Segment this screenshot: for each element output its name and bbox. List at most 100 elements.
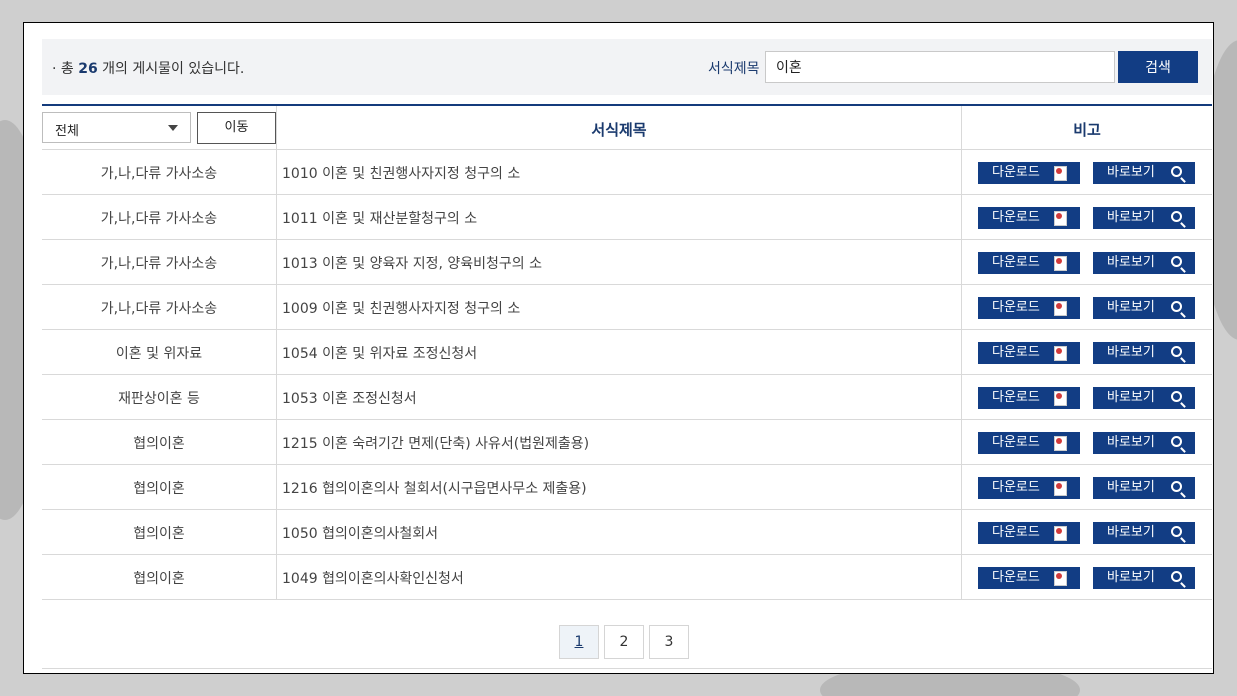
search-icon: [1171, 166, 1182, 177]
column-divider: [961, 555, 962, 599]
document-icon: [1054, 481, 1067, 496]
row-category: 가,나,다류 가사소송: [100, 301, 218, 317]
row-category: 이혼 및 위자료: [115, 346, 203, 362]
column-divider: [276, 465, 277, 509]
row-title[interactable]: 1011 이혼 및 재산분할청구의 소: [282, 208, 477, 228]
download-button[interactable]: 다운로드: [978, 252, 1080, 274]
search-icon: [1171, 301, 1182, 312]
download-button[interactable]: 다운로드: [978, 342, 1080, 364]
row-title[interactable]: 1049 협의이혼의사확인신청서: [282, 568, 464, 588]
download-label: 다운로드: [992, 255, 1040, 270]
view-button[interactable]: 바로보기: [1093, 297, 1195, 319]
document-icon: [1054, 346, 1067, 361]
row-category: 가,나,다류 가사소송: [100, 211, 218, 227]
total-number: 26: [78, 61, 98, 77]
header-note: 비고: [1073, 121, 1101, 139]
page-link[interactable]: 3: [649, 625, 689, 659]
download-label: 다운로드: [992, 480, 1040, 495]
download-label: 다운로드: [992, 345, 1040, 360]
download-label: 다운로드: [992, 570, 1040, 585]
document-icon: [1054, 301, 1067, 316]
view-button[interactable]: 바로보기: [1093, 477, 1195, 499]
view-label: 바로보기: [1107, 570, 1155, 585]
view-button[interactable]: 바로보기: [1093, 207, 1195, 229]
document-icon: [1054, 211, 1067, 226]
row-title[interactable]: 1050 협의이혼의사철회서: [282, 523, 438, 543]
download-label: 다운로드: [992, 300, 1040, 315]
search-icon: [1171, 256, 1182, 267]
download-button[interactable]: 다운로드: [978, 477, 1080, 499]
download-button[interactable]: 다운로드: [978, 207, 1080, 229]
search-icon: [1171, 346, 1182, 357]
table-row: 가,나,다류 가사소송 1011 이혼 및 재산분할청구의 소 다운로드 바로보기: [42, 195, 1212, 240]
download-button[interactable]: 다운로드: [978, 387, 1080, 409]
download-button[interactable]: 다운로드: [978, 567, 1080, 589]
row-title[interactable]: 1009 이혼 및 친권행사자지정 청구의 소: [282, 298, 520, 318]
total-prefix: · 총: [52, 61, 79, 77]
column-divider: [276, 240, 277, 284]
divider: [42, 668, 1212, 669]
pagination: 123: [559, 625, 689, 659]
view-button[interactable]: 바로보기: [1093, 432, 1195, 454]
document-icon: [1054, 391, 1067, 406]
column-divider: [961, 330, 962, 374]
content-panel: · 총 26 개의 게시물이 있습니다. 서식제목 검색 전체 이동 서식제목 …: [23, 22, 1214, 674]
row-title[interactable]: 1216 협의이혼의사 철회서(시구읍면사무소 제출용): [282, 478, 587, 498]
download-button[interactable]: 다운로드: [978, 432, 1080, 454]
view-label: 바로보기: [1107, 435, 1155, 450]
document-icon: [1054, 436, 1067, 451]
table-row: 가,나,다류 가사소송 1010 이혼 및 친권행사자지정 청구의 소 다운로드 바로…: [42, 150, 1212, 195]
download-label: 다운로드: [992, 435, 1040, 450]
view-label: 바로보기: [1107, 480, 1155, 495]
row-category: 협의이혼: [133, 436, 185, 452]
download-button[interactable]: 다운로드: [978, 162, 1080, 184]
column-divider: [276, 510, 277, 554]
search-input[interactable]: [765, 51, 1115, 83]
column-divider: [276, 285, 277, 329]
column-divider: [961, 240, 962, 284]
category-select-value: 전체: [55, 124, 79, 139]
download-button[interactable]: 다운로드: [978, 297, 1080, 319]
search-icon: [1171, 481, 1182, 492]
view-label: 바로보기: [1107, 300, 1155, 315]
table-header: 전체 이동 서식제목 비고: [42, 106, 1212, 150]
view-button[interactable]: 바로보기: [1093, 162, 1195, 184]
row-title[interactable]: 1215 이혼 숙려기간 면제(단축) 사유서(법원제출용): [282, 433, 589, 453]
category-select[interactable]: 전체: [42, 112, 191, 143]
view-button[interactable]: 바로보기: [1093, 342, 1195, 364]
page-link[interactable]: 1: [559, 625, 599, 659]
search-icon: [1171, 211, 1182, 222]
download-label: 다운로드: [992, 390, 1040, 405]
page-link[interactable]: 2: [604, 625, 644, 659]
column-divider: [276, 555, 277, 599]
header-title: 서식제목: [591, 121, 647, 139]
search-button[interactable]: 검색: [1118, 51, 1198, 83]
table-row: 가,나,다류 가사소송 1009 이혼 및 친권행사자지정 청구의 소 다운로드 바로…: [42, 285, 1212, 330]
row-title[interactable]: 1013 이혼 및 양육자 지정, 양육비청구의 소: [282, 253, 542, 273]
search-label: 서식제목: [708, 61, 760, 77]
view-button[interactable]: 바로보기: [1093, 522, 1195, 544]
column-divider: [276, 150, 277, 194]
view-label: 바로보기: [1107, 345, 1155, 360]
caret-down-icon: [168, 125, 178, 131]
table-body: 가,나,다류 가사소송 1010 이혼 및 친권행사자지정 청구의 소 다운로드 바로…: [42, 150, 1212, 600]
table-row: 협의이혼 1049 협의이혼의사확인신청서 다운로드 바로보기: [42, 555, 1212, 600]
table-row: 가,나,다류 가사소송 1013 이혼 및 양육자 지정, 양육비청구의 소 다운로…: [42, 240, 1212, 285]
download-label: 다운로드: [992, 525, 1040, 540]
column-divider: [276, 420, 277, 464]
column-divider: [961, 375, 962, 419]
row-category: 협의이혼: [133, 481, 185, 497]
row-title[interactable]: 1010 이혼 및 친권행사자지정 청구의 소: [282, 163, 520, 183]
view-label: 바로보기: [1107, 165, 1155, 180]
table-row: 협의이혼 1216 협의이혼의사 철회서(시구읍면사무소 제출용) 다운로드 바로보기: [42, 465, 1212, 510]
view-button[interactable]: 바로보기: [1093, 252, 1195, 274]
row-title[interactable]: 1054 이혼 및 위자료 조정신청서: [282, 343, 477, 363]
search-icon: [1171, 391, 1182, 402]
download-button[interactable]: 다운로드: [978, 522, 1080, 544]
view-button[interactable]: 바로보기: [1093, 567, 1195, 589]
move-button[interactable]: 이동: [197, 112, 276, 144]
row-title[interactable]: 1053 이혼 조정신청서: [282, 388, 417, 408]
row-category: 재판상이혼 등: [118, 391, 200, 407]
column-divider: [961, 285, 962, 329]
view-button[interactable]: 바로보기: [1093, 387, 1195, 409]
